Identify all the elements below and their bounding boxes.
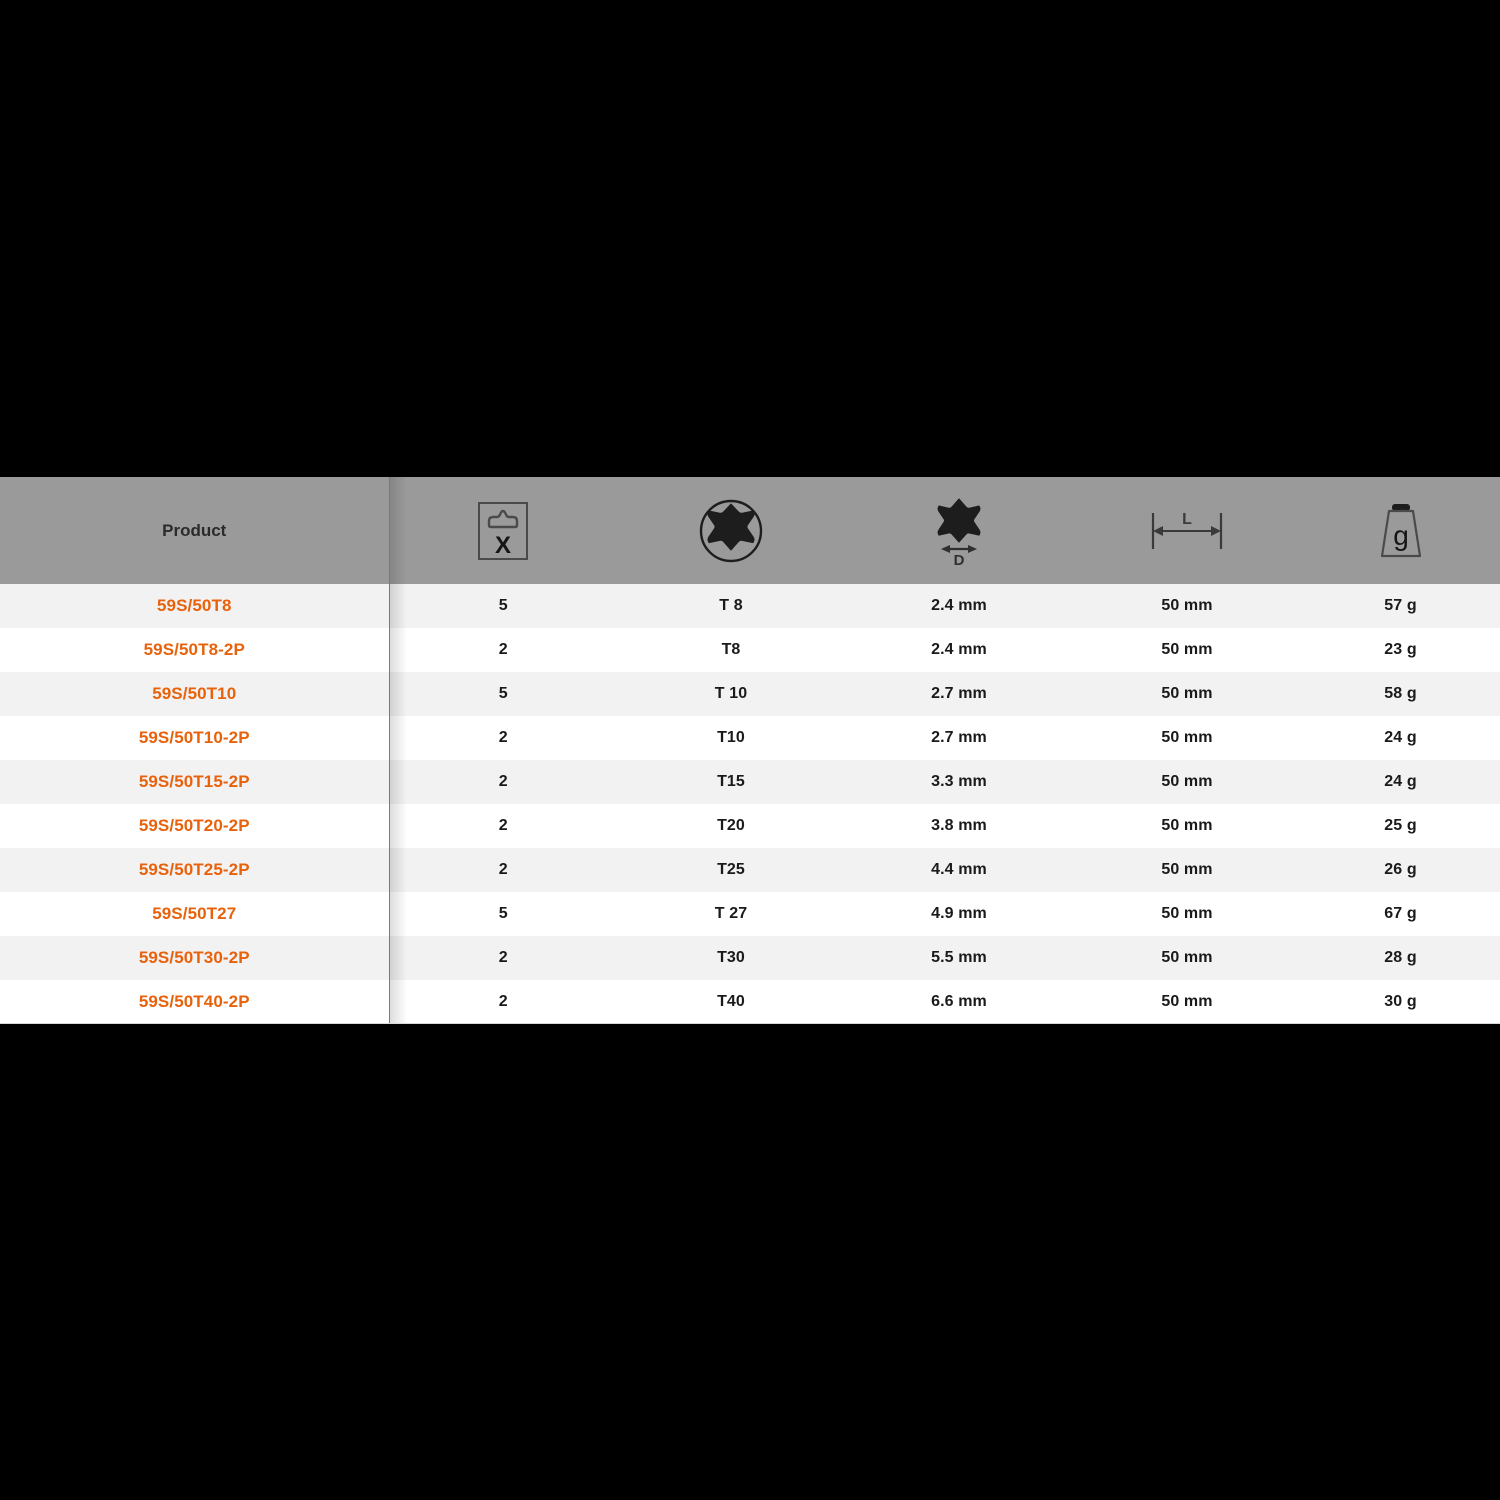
cell-diameter: 2.7 mm [931,685,987,702]
cell-weight: 57 g [1384,597,1417,614]
spec-table: Product X D L g 59S/50T8 5 T 8 2.4 mm 50… [0,477,1500,1024]
cell-pack-qty: 5 [498,905,508,922]
torx-star-in-circle-icon [617,477,845,584]
table-bottom-rule [0,1023,1500,1024]
table-row[interactable]: 59S/50T27 5 T 27 4.9 mm 50 mm 67 g [0,892,1500,936]
column-header-weight[interactable]: g [1301,477,1500,584]
table-row[interactable]: 59S/50T10-2P 2 T10 2.7 mm 50 mm 24 g [0,716,1500,760]
cell-weight: 58 g [1384,685,1417,702]
column-header-tip-diameter[interactable]: D [845,477,1073,584]
table-row[interactable]: 59S/50T25-2P 2 T25 4.4 mm 50 mm 26 g [0,848,1500,892]
table-header-row: Product X D L g [0,477,1500,584]
weight-gram-icon: g [1301,477,1500,584]
table-row[interactable]: 59S/50T10 5 T 10 2.7 mm 50 mm 58 g [0,672,1500,716]
cell-pack-qty: 2 [498,641,508,658]
cell-length: 50 mm [1161,905,1213,922]
cell-length: 50 mm [1161,861,1213,878]
cell-torx-size: T25 [717,861,745,878]
cell-weight: 26 g [1384,861,1417,878]
column-header-blade-length[interactable]: L [1073,477,1301,584]
column-header-product[interactable]: Product [0,477,390,584]
cell-torx-size: T40 [717,993,745,1010]
cell-product[interactable]: 59S/50T30-2P [0,936,390,980]
cell-length: 50 mm [1161,817,1213,834]
cell-torx-size: T30 [717,949,745,966]
cell-pack-qty: 2 [498,861,508,878]
cell-product[interactable]: 59S/50T40-2P [0,980,390,1024]
table-row[interactable]: 59S/50T15-2P 2 T15 3.3 mm 50 mm 24 g [0,760,1500,804]
blister-pack-x-icon: X [390,477,618,584]
cell-length: 50 mm [1161,729,1213,746]
cell-weight: 30 g [1384,993,1417,1010]
cell-pack-qty: 5 [498,685,508,702]
cell-torx-size: T10 [717,729,745,746]
cell-diameter: 2.7 mm [931,729,987,746]
cell-torx-size: T 27 [714,905,748,922]
cell-diameter: 2.4 mm [931,641,987,658]
cell-diameter: 4.4 mm [931,861,987,878]
cell-diameter: 2.4 mm [931,597,987,614]
cell-weight: 23 g [1384,641,1417,658]
cell-torx-size: T20 [717,817,745,834]
cell-pack-qty: 2 [498,729,508,746]
cell-weight: 24 g [1384,773,1417,790]
cell-product[interactable]: 59S/50T8 [0,584,390,628]
length-dimension-l-icon: L [1073,477,1301,584]
svg-text:L: L [1182,511,1192,528]
table-body: 59S/50T8 5 T 8 2.4 mm 50 mm 57 g 59S/50T… [0,584,1500,1024]
cell-product[interactable]: 59S/50T10-2P [0,716,390,760]
cell-torx-size: T15 [717,773,745,790]
cell-length: 50 mm [1161,597,1213,614]
cell-product[interactable]: 59S/50T27 [0,892,390,936]
svg-text:X: X [495,532,511,559]
cell-diameter: 4.9 mm [931,905,987,922]
svg-text:D: D [954,552,965,567]
torx-star-diameter-d-icon: D [845,477,1073,584]
table-row[interactable]: 59S/50T20-2P 2 T20 3.8 mm 50 mm 25 g [0,804,1500,848]
table-row[interactable]: 59S/50T30-2P 2 T30 5.5 mm 50 mm 28 g [0,936,1500,980]
column-header-pack-quantity[interactable]: X [389,477,617,584]
cell-length: 50 mm [1161,641,1213,658]
cell-diameter: 3.8 mm [931,817,987,834]
cell-weight: 24 g [1384,729,1417,746]
cell-length: 50 mm [1161,993,1213,1010]
svg-text:g: g [1393,520,1409,551]
cell-product[interactable]: 59S/50T15-2P [0,760,390,804]
cell-pack-qty: 2 [498,773,508,790]
cell-product[interactable]: 59S/50T8-2P [0,628,390,672]
cell-diameter: 3.3 mm [931,773,987,790]
table-row[interactable]: 59S/50T8 5 T 8 2.4 mm 50 mm 57 g [0,584,1500,628]
table-row[interactable]: 59S/50T40-2P 2 T40 6.6 mm 50 mm 30 g [0,980,1500,1024]
cell-torx-size: T 10 [714,685,748,702]
cell-product[interactable]: 59S/50T10 [0,672,390,716]
cell-product[interactable]: 59S/50T25-2P [0,848,390,892]
cell-weight: 28 g [1384,949,1417,966]
cell-diameter: 5.5 mm [931,949,987,966]
cell-pack-qty: 2 [498,949,508,966]
cell-torx-size: T8 [721,641,741,658]
column-header-product-label: Product [162,520,227,540]
cell-length: 50 mm [1161,949,1213,966]
table-header: Product X D L g [0,477,1500,584]
cell-pack-qty: 5 [498,597,508,614]
table-row[interactable]: 59S/50T8-2P 2 T8 2.4 mm 50 mm 23 g [0,628,1500,672]
page-background: Product X D L g 59S/50T8 5 T 8 2.4 mm 50… [0,0,1500,1500]
cell-pack-qty: 2 [498,993,508,1010]
cell-weight: 25 g [1384,817,1417,834]
cell-product[interactable]: 59S/50T20-2P [0,804,390,848]
cell-length: 50 mm [1161,773,1213,790]
cell-diameter: 6.6 mm [931,993,987,1010]
cell-pack-qty: 2 [498,817,508,834]
product-specification-table: Product X D L g 59S/50T8 5 T 8 2.4 mm 50… [0,477,1500,1024]
cell-torx-size: T 8 [719,597,743,614]
column-header-torx-size[interactable] [617,477,845,584]
cell-weight: 67 g [1384,905,1417,922]
cell-length: 50 mm [1161,685,1213,702]
